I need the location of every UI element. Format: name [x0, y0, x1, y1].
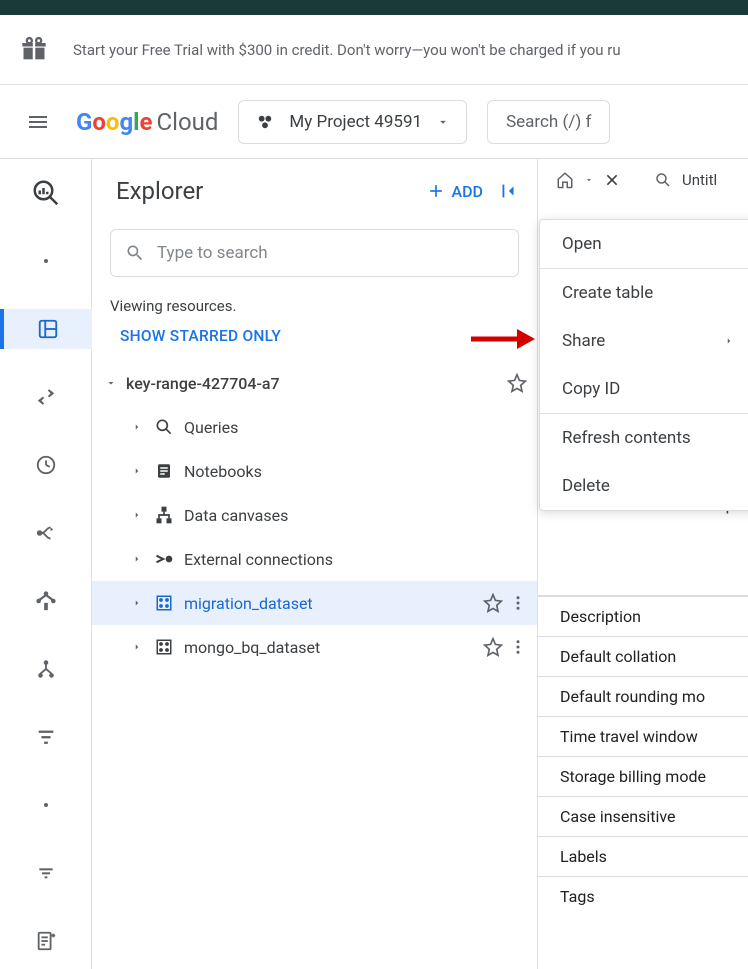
chevron-down-icon [436, 115, 450, 129]
resource-tree: key-range-427704-a7 Queries Notebooks Da… [92, 361, 537, 669]
notebook-icon [152, 462, 176, 480]
queries-label: Queries [184, 418, 527, 437]
rail-transfer-icon[interactable] [16, 377, 76, 417]
collapse-left-icon [497, 180, 519, 202]
menu-item-share[interactable]: Share [540, 317, 748, 365]
kebab-menu-button[interactable] [509, 594, 527, 612]
info-row-description: Description [538, 596, 748, 636]
rail-dot-1 [16, 241, 76, 281]
google-cloud-logo[interactable]: Google Cloud [76, 108, 218, 136]
migration-dataset-label: migration_dataset [184, 594, 475, 613]
header: Google Cloud My Project 49591 Search (/)… [0, 85, 748, 159]
project-icon [255, 112, 275, 132]
menu-item-copy-id[interactable]: Copy ID [540, 365, 748, 413]
kebab-menu-button[interactable] [509, 638, 527, 656]
explorer-title: Explorer [116, 177, 203, 205]
queries-node[interactable]: Queries [92, 405, 537, 449]
rail-hierarchy-icon[interactable] [16, 649, 76, 689]
chevron-right-icon[interactable] [130, 598, 144, 608]
info-row-default-collation: Default collation [538, 636, 748, 676]
info-row-labels: Labels [538, 836, 748, 876]
explorer-header: Explorer ADD [92, 159, 537, 215]
header-search-placeholder: Search (/) f [506, 112, 591, 132]
header-search[interactable]: Search (/) f [487, 100, 610, 144]
notebooks-label: Notebooks [184, 462, 527, 481]
show-starred-only-link[interactable]: SHOW STARRED ONLY [120, 327, 519, 345]
viewing-resources-text: Viewing resources. [110, 297, 519, 315]
mongo-bq-dataset-node[interactable]: mongo_bq_dataset [92, 625, 537, 669]
hamburger-icon [26, 110, 50, 134]
info-row-storage-billing: Storage billing mode [538, 756, 748, 796]
query-icon [152, 417, 176, 437]
info-row-default-rounding: Default rounding mo [538, 676, 748, 716]
rail-dataproc-icon[interactable] [16, 581, 76, 621]
rail-dot-2 [16, 785, 76, 825]
add-button[interactable]: ADD [426, 181, 484, 201]
info-rows: Description Default collation Default ro… [538, 595, 748, 916]
gift-icon [20, 36, 48, 64]
dataset-icon [152, 638, 176, 656]
rail-bigquery-icon[interactable] [16, 173, 76, 213]
chevron-down-icon[interactable] [104, 377, 118, 389]
canvas-icon [152, 505, 176, 525]
project-name-label: My Project 49591 [289, 112, 422, 132]
trial-text: Start your Free Trial with $300 in credi… [73, 41, 621, 59]
explorer-panel: Explorer ADD Type to search Viewing reso… [92, 159, 538, 969]
star-icon[interactable] [507, 373, 527, 393]
chevron-right-icon[interactable] [130, 642, 144, 652]
notebooks-node[interactable]: Notebooks [92, 449, 537, 493]
main-content: Explorer ADD Type to search Viewing reso… [0, 159, 748, 969]
rail-scheduled-icon[interactable] [16, 445, 76, 485]
top-dark-bar [0, 0, 748, 15]
info-row-case-insensitive: Case insensitive [538, 796, 748, 836]
close-tab-button[interactable] [604, 172, 620, 188]
external-connections-node[interactable]: External connections [92, 537, 537, 581]
data-canvases-node[interactable]: Data canvases [92, 493, 537, 537]
chevron-right-icon[interactable] [130, 466, 144, 476]
project-label: key-range-427704-a7 [126, 374, 499, 393]
info-row-time-travel: Time travel window [538, 716, 748, 756]
add-label: ADD [452, 182, 484, 201]
mongo-bq-dataset-label: mongo_bq_dataset [184, 638, 475, 657]
dataset-icon [152, 594, 176, 612]
tab-untitled-label[interactable]: Untitl [682, 171, 717, 189]
home-tab-icon[interactable] [556, 171, 574, 189]
menu-item-refresh[interactable]: Refresh contents [540, 414, 748, 462]
menu-item-create-table[interactable]: Create table [540, 269, 748, 317]
chevron-right-icon[interactable] [130, 554, 144, 564]
tab-strip: Untitl [538, 171, 748, 203]
menu-item-delete[interactable]: Delete [540, 462, 748, 510]
project-node[interactable]: key-range-427704-a7 [92, 361, 537, 405]
migration-dataset-node[interactable]: migration_dataset [92, 581, 537, 625]
menu-item-open[interactable]: Open [540, 220, 748, 268]
external-connections-label: External connections [184, 550, 527, 569]
external-icon [152, 549, 176, 569]
rail-explorer-active[interactable] [0, 309, 92, 349]
project-picker[interactable]: My Project 49591 [238, 100, 467, 144]
rail-small-filter-icon[interactable] [16, 853, 76, 893]
dataset-context-menu: Open Create table Share Copy ID Refresh … [539, 219, 748, 511]
left-rail [0, 159, 92, 969]
collapse-panel-button[interactable] [497, 180, 519, 202]
star-icon[interactable] [483, 637, 503, 657]
search-placeholder-text: Type to search [157, 243, 268, 263]
rail-filter-icon[interactable] [16, 717, 76, 757]
data-canvases-label: Data canvases [184, 506, 527, 525]
chevron-right-icon[interactable] [130, 422, 144, 432]
hamburger-menu-button[interactable] [20, 104, 56, 140]
explorer-search-input[interactable]: Type to search [110, 229, 519, 277]
rail-compose-icon[interactable] [16, 921, 76, 961]
chevron-right-icon[interactable] [130, 510, 144, 520]
info-row-tags: Tags [538, 876, 748, 916]
search-icon [125, 243, 145, 263]
chevron-down-icon[interactable] [584, 175, 594, 185]
chevron-right-icon [724, 336, 734, 346]
tab-query-icon[interactable] [654, 171, 672, 189]
free-trial-banner: Start your Free Trial with $300 in credi… [0, 15, 748, 85]
brand-cloud-text: Cloud [157, 108, 219, 136]
star-icon[interactable] [483, 593, 503, 613]
rail-pubsub-icon[interactable] [16, 513, 76, 553]
plus-icon [426, 181, 446, 201]
